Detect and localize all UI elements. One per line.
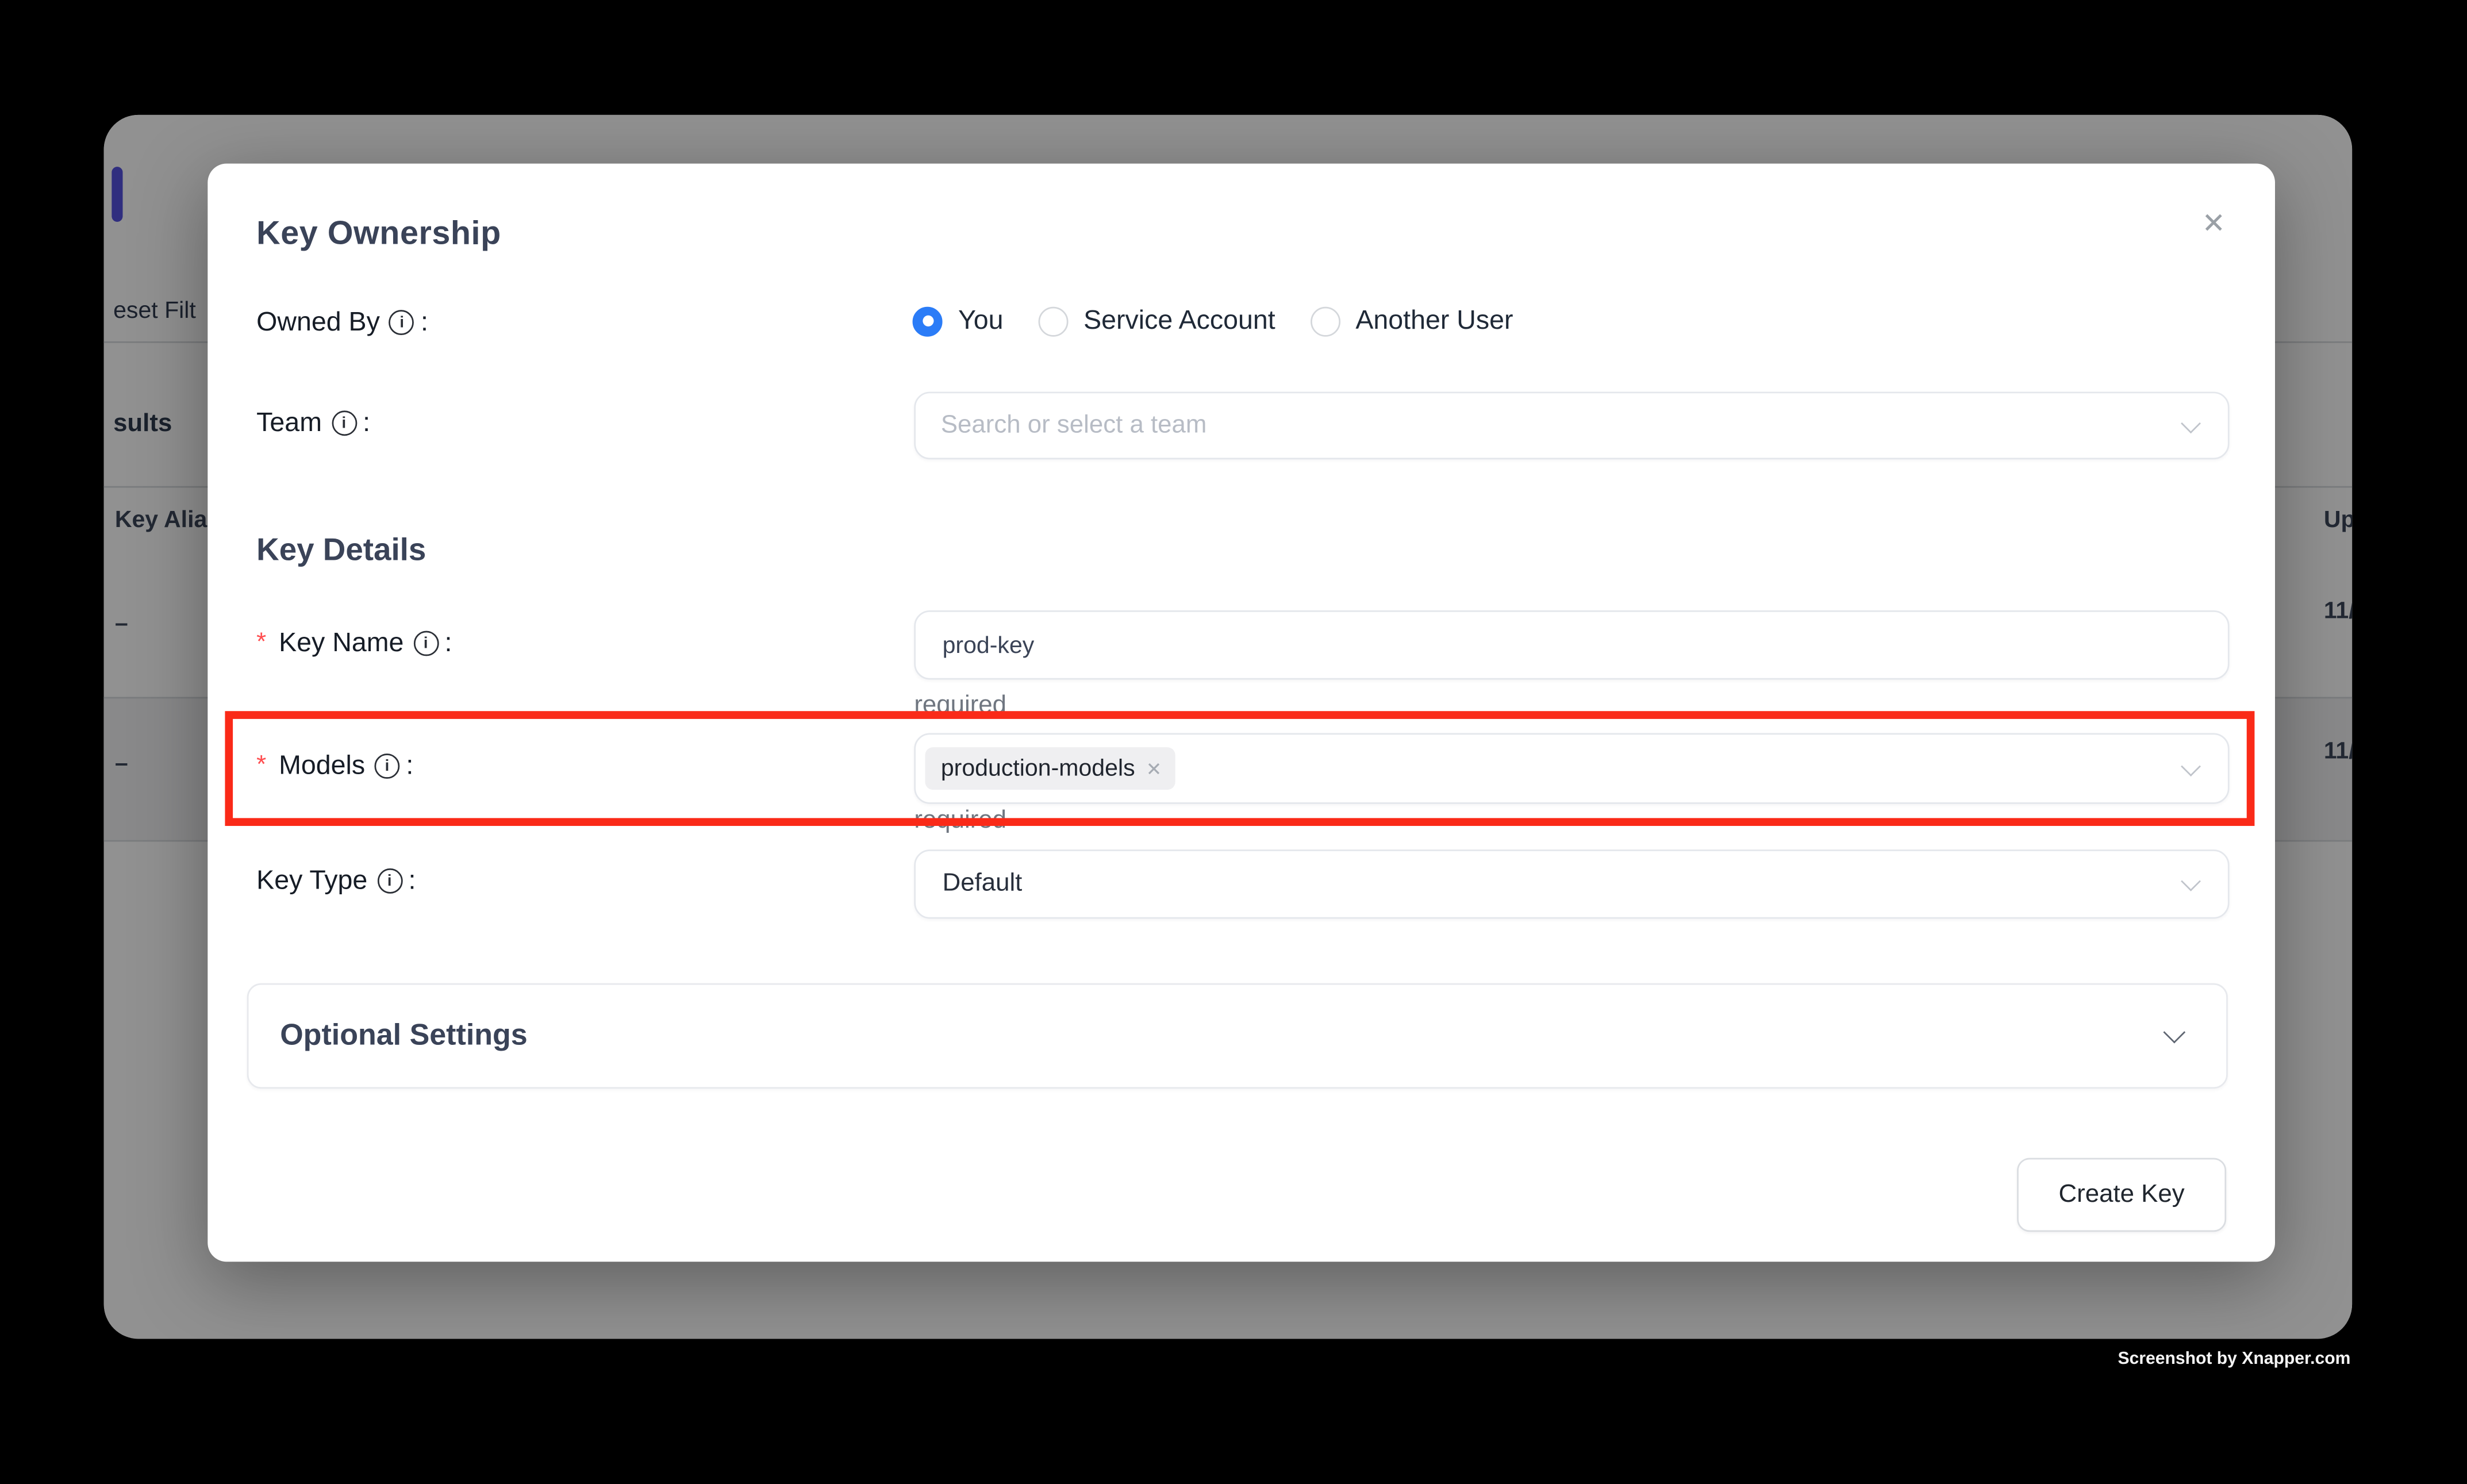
key-type-select-value: Default <box>916 870 1022 898</box>
chevron-down-icon <box>2181 871 2201 891</box>
model-tag-label: production-models <box>941 755 1135 782</box>
info-icon[interactable]: i <box>389 310 414 335</box>
key-type-label: Key Type i : <box>256 865 416 897</box>
radio-owned-by-service-account[interactable]: Service Account <box>1038 305 1275 337</box>
required-asterisk: * <box>256 629 266 658</box>
team-label: Team i : <box>256 407 370 439</box>
remove-tag-icon[interactable]: ✕ <box>1146 758 1162 779</box>
chevron-down-icon <box>2181 756 2201 776</box>
info-icon[interactable]: i <box>377 868 402 894</box>
key-name-input-value: prod-key <box>916 632 1034 659</box>
colon: : <box>421 307 428 339</box>
info-icon[interactable]: i <box>413 631 439 656</box>
models-label-text: Models <box>279 751 365 782</box>
models-required-message: required <box>914 807 1006 835</box>
required-asterisk: * <box>256 752 266 780</box>
key-name-input[interactable]: prod-key <box>914 610 2229 679</box>
colon: : <box>409 865 416 897</box>
close-icon[interactable]: ✕ <box>2195 205 2232 243</box>
radio-selected-icon[interactable] <box>913 306 943 336</box>
key-type-label-text: Key Type <box>256 865 367 897</box>
info-icon[interactable]: i <box>331 410 356 436</box>
owned-by-label: Owned By i : <box>256 307 428 339</box>
optional-settings-title: Optional Settings <box>280 1018 528 1053</box>
info-icon[interactable]: i <box>375 753 400 779</box>
optional-settings-toggle[interactable]: Optional Settings <box>247 983 2228 1089</box>
radio-unselected-icon[interactable] <box>1038 306 1068 336</box>
key-details-heading: Key Details <box>256 533 426 570</box>
screenshot-stage: eset Filt sults Key Alia Up – 11/ – 11/ … <box>0 0 2467 1483</box>
modal-title: Key Ownership <box>256 216 501 253</box>
create-key-button[interactable]: Create Key <box>2017 1158 2226 1232</box>
colon: : <box>445 628 452 659</box>
team-label-text: Team <box>256 407 322 439</box>
models-multiselect[interactable]: production-models ✕ <box>914 733 2229 804</box>
team-select[interactable]: Search or select a team <box>914 392 2229 460</box>
chevron-down-icon <box>2181 413 2201 433</box>
create-key-modal: Key Ownership ✕ Owned By i : You Service… <box>207 164 2275 1262</box>
colon: : <box>406 751 413 782</box>
models-label: * Models i : <box>256 751 413 782</box>
key-type-select[interactable]: Default <box>914 849 2229 918</box>
radio-label: Service Account <box>1083 305 1275 337</box>
radio-owned-by-you[interactable]: You <box>913 305 1004 337</box>
radio-owned-by-another-user[interactable]: Another User <box>1310 305 1513 337</box>
key-name-label: * Key Name i : <box>256 628 452 659</box>
key-name-label-text: Key Name <box>279 628 404 659</box>
owned-by-radio-group: You Service Account Another User <box>913 305 1513 337</box>
radio-label: You <box>958 305 1004 337</box>
radio-label: Another User <box>1355 305 1513 337</box>
model-tag: production-models ✕ <box>925 747 1175 790</box>
colon: : <box>363 407 370 439</box>
xnapper-watermark: Screenshot by Xnapper.com <box>2118 1350 2350 1369</box>
team-select-placeholder: Search or select a team <box>916 412 1206 440</box>
radio-unselected-icon[interactable] <box>1310 306 1340 336</box>
chevron-down-icon <box>2163 1020 2185 1043</box>
owned-by-label-text: Owned By <box>256 307 380 339</box>
key-name-required-message: required <box>914 692 1006 720</box>
